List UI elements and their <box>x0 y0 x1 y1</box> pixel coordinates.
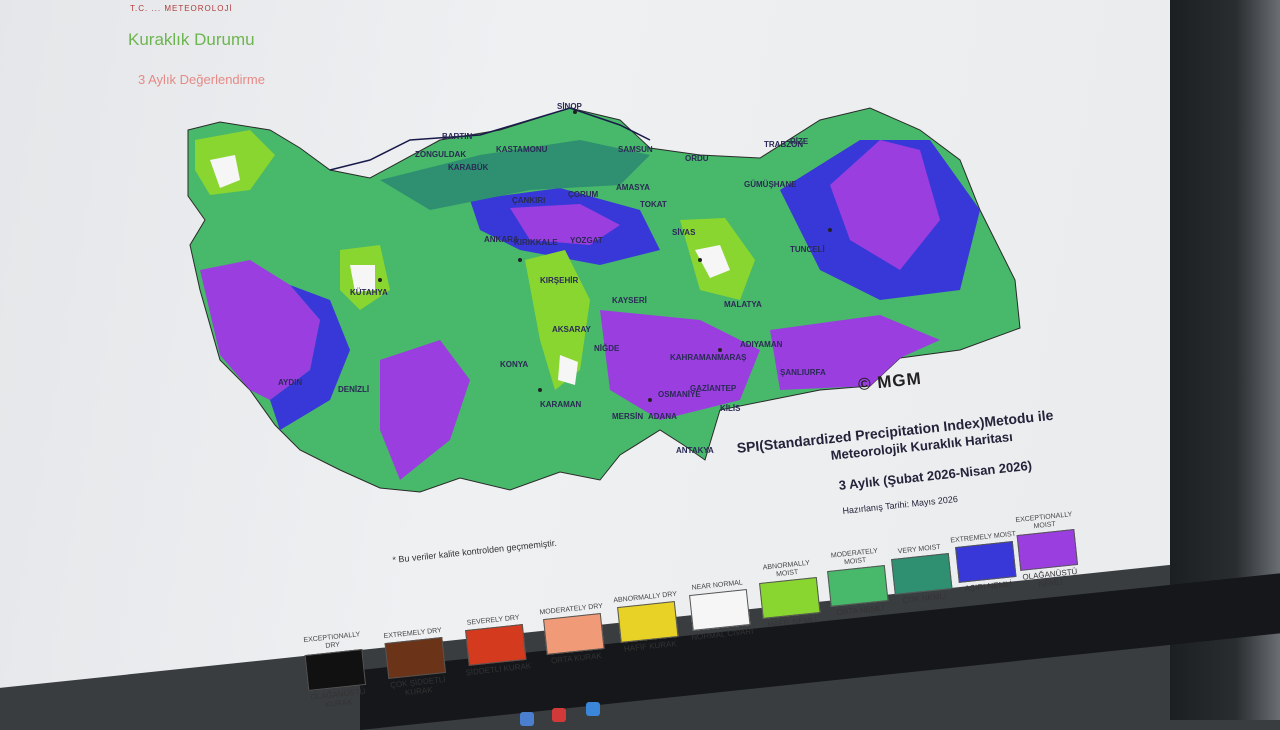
legend-swatch <box>384 637 447 679</box>
city-label: ÇORUM <box>568 190 599 199</box>
legend-swatch <box>304 649 367 691</box>
legend-item: EXTREMELY DRY ÇOK ŞİDDETLİ KURAK <box>376 611 454 700</box>
city-label: KAYSERİ <box>612 296 647 305</box>
city-label: KÜTAHYA <box>350 288 388 297</box>
map-city-dot <box>718 348 722 352</box>
map-city-dot <box>538 388 542 392</box>
city-label: ZONGULDAK <box>415 150 467 159</box>
legend-swatch <box>827 565 889 607</box>
city-label: AMASYA <box>616 183 650 192</box>
city-label: SİVAS <box>672 228 696 237</box>
legend-swatch <box>617 601 679 643</box>
city-label: KİLİS <box>720 404 741 413</box>
city-label: ŞANLIURFA <box>780 368 826 377</box>
browser-icon[interactable] <box>520 712 534 726</box>
map-city-dot <box>378 278 382 282</box>
city-label: RİZE <box>790 137 809 146</box>
legend-item: SEVERELY DRY ŞİDDETLİ KURAK <box>456 598 533 678</box>
city-label: SİNOP <box>557 102 582 111</box>
city-label: BARTIN <box>442 132 473 141</box>
map-city-dot <box>698 258 702 262</box>
city-label: MERSİN <box>612 412 644 421</box>
city-label: YOZGAT <box>570 236 603 245</box>
city-label: KIRŞEHİR <box>540 276 579 285</box>
page-subtitle: 3 Aylık Değerlendirme <box>138 72 265 87</box>
city-label: NİĞDE <box>594 344 620 353</box>
city-label: DENİZLİ <box>338 385 370 394</box>
legend-swatch <box>689 589 751 631</box>
city-label: ADANA <box>648 412 677 421</box>
map-city-dot <box>828 228 832 232</box>
legend-swatch <box>759 577 821 619</box>
city-label: KAHRAMANMARAŞ <box>670 353 747 362</box>
legend-swatch <box>1016 529 1079 571</box>
city-label: KIRIKKALE <box>514 238 558 247</box>
city-label: ÇANKIRI <box>512 196 546 205</box>
drought-map <box>187 107 1021 493</box>
legend-swatch <box>543 613 605 655</box>
legend-item: NEAR NORMAL NORMAL CİVARI <box>680 563 757 643</box>
legend-item: EXCEPTIONALLY MOIST OLAĞANÜSTÜ NEMLİ <box>1008 503 1086 592</box>
page-title: Kuraklık Durumu <box>128 30 255 49</box>
mail-icon[interactable] <box>586 702 600 716</box>
city-label: ORDU <box>685 154 709 163</box>
city-label: AKSARAY <box>552 325 591 334</box>
city-label: SAMSUN <box>618 145 653 154</box>
legend-item: ABNORMALLY DRY HAFİF KURAK <box>608 575 685 655</box>
city-label: MALATYA <box>724 300 762 309</box>
city-label: GÜMÜŞHANE <box>744 180 797 189</box>
city-label: KARAMAN <box>540 400 582 409</box>
city-label: GAZİANTEP <box>690 384 737 393</box>
city-label: ANTAKYA <box>676 446 714 455</box>
legend-swatch <box>955 541 1017 583</box>
city-label: AYDIN <box>278 378 303 387</box>
map-city-dot <box>518 258 522 262</box>
legend-swatch <box>891 553 953 595</box>
city-label: TUNCELİ <box>790 245 825 254</box>
legend-item: EXCEPTIONALLY DRY OLAĞANÜSTÜ KURAK <box>296 623 374 712</box>
city-label: TOKAT <box>640 200 667 209</box>
header-logos: T.C. ... METEOROLOJİ <box>130 4 233 13</box>
city-label: KASTAMONU <box>496 145 548 154</box>
city-label: KONYA <box>500 360 529 369</box>
legend-item: MODERATELY DRY ORTA KURAK <box>534 587 611 667</box>
city-label: ADIYAMAN <box>740 340 783 349</box>
map-city-dot <box>648 398 652 402</box>
legend-item: ABNORMALLY MOIST HAFİF NEMLİ <box>750 551 827 631</box>
legend-swatch <box>465 624 527 666</box>
city-label: KARABÜK <box>448 163 489 172</box>
